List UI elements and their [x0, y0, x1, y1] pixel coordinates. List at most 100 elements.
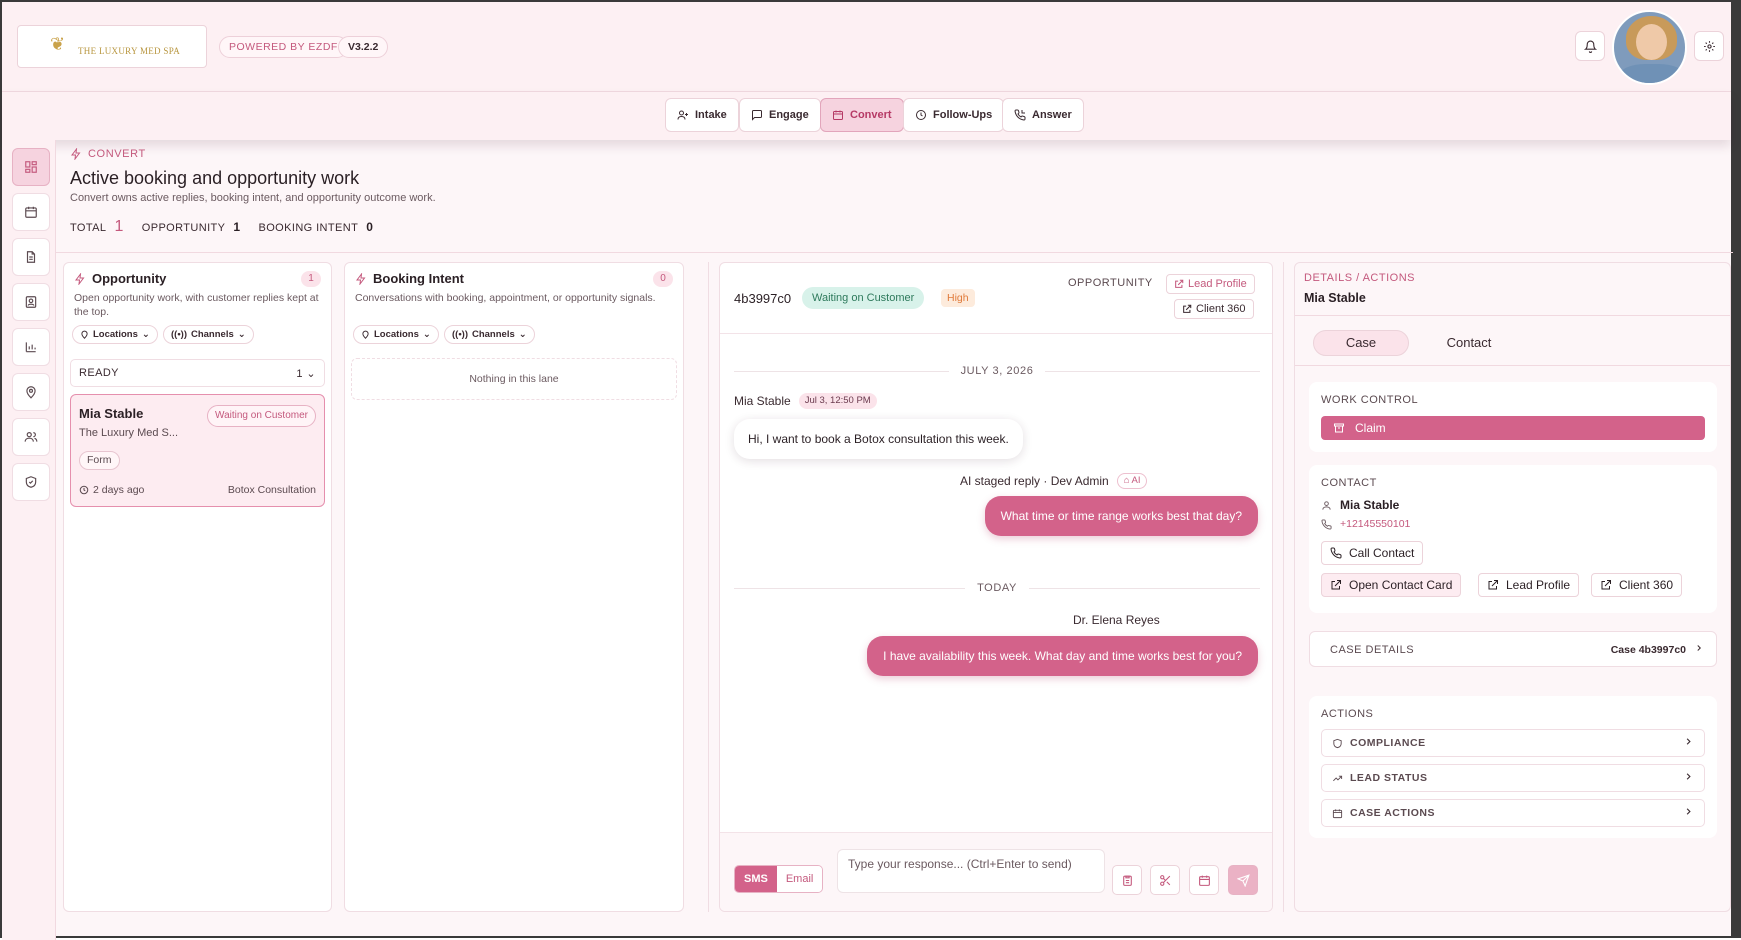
reply-input[interactable]: [837, 849, 1105, 893]
conversation-header: 4b3997c0 Waiting on Customer High OPPORT…: [720, 263, 1272, 334]
tab-convert-label: Convert: [850, 109, 892, 121]
lead-card[interactable]: Mia Stable The Luxury Med S... Waiting o…: [70, 394, 325, 507]
contact-name: Mia Stable: [1340, 498, 1400, 512]
channel-toggle: SMS Email: [734, 865, 824, 893]
open-contact-card-button[interactable]: Open Contact Card: [1321, 573, 1462, 597]
call-contact-button[interactable]: Call Contact: [1321, 541, 1424, 565]
channel-email[interactable]: Email: [776, 866, 823, 892]
channel-sms[interactable]: SMS: [735, 866, 777, 892]
group-ready-label: READY: [79, 367, 119, 379]
actions-panel: ACTIONS COMPLIANCE LEAD STATUS CASE ACTI…: [1309, 696, 1717, 838]
calendar-icon: [25, 206, 37, 218]
chevron-right-icon: [1686, 738, 1691, 745]
tab-contact[interactable]: Contact: [1421, 330, 1517, 356]
outbound-message: I have availability this week. What day …: [867, 636, 1258, 676]
app-window: ❦ THE LUXURY MED SPA POWERED BY EZDF V3.…: [0, 0, 1741, 940]
user-avatar[interactable]: [1612, 10, 1687, 85]
lane-intent-title-text: Booking Intent: [373, 271, 464, 286]
calendar-icon: [833, 110, 843, 120]
map-pin-icon: [81, 330, 88, 339]
section-label: CONVERT: [70, 148, 146, 160]
message-meta: Mia Stable Jul 3, 12:50 PM: [734, 393, 877, 409]
chevron-down-icon: ⌄: [306, 367, 316, 380]
chevron-right-icon: [1697, 645, 1701, 651]
lead-card-name: Mia Stable: [79, 406, 144, 421]
lotus-icon: ❦: [50, 34, 66, 54]
archive-icon: [1334, 423, 1344, 433]
lead-profile-button[interactable]: Lead Profile: [1478, 573, 1580, 597]
message-meta: Dr. Elena Reyes: [1073, 613, 1160, 627]
external-link-icon: [1601, 580, 1611, 590]
ai-reply-meta: AI staged reply · Dev Admin ⌂ AI: [960, 473, 1148, 489]
send-icon: [1236, 873, 1250, 887]
rail-reports[interactable]: [12, 328, 50, 366]
tab-case[interactable]: Case: [1313, 330, 1409, 356]
lead-card-status: Waiting on Customer: [207, 405, 316, 427]
section-label-text: CONVERT: [88, 148, 146, 160]
external-link-icon: [1331, 580, 1341, 590]
brand-logo[interactable]: ❦ THE LUXURY MED SPA: [17, 25, 207, 68]
shield-icon: [1333, 738, 1342, 748]
contact-title: CONTACT: [1321, 477, 1377, 489]
filter-locations[interactable]: Locations ⌄: [72, 325, 158, 344]
phone-incoming-icon: [1014, 109, 1026, 121]
ai-badge: ⌂ AI: [1116, 473, 1148, 489]
action-case-actions[interactable]: CASE ACTIONS: [1321, 799, 1705, 827]
message-sender: Mia Stable: [734, 394, 791, 408]
filter-channels[interactable]: ((•)) Channels ⌄: [444, 325, 535, 344]
snippets-button[interactable]: [1150, 865, 1180, 895]
tab-answer[interactable]: Answer: [1002, 98, 1084, 132]
clock-icon: [79, 485, 89, 495]
user-plus-icon: [677, 110, 688, 120]
radio-icon: ((•)): [452, 329, 468, 340]
rail-contacts[interactable]: [12, 283, 50, 321]
message-time: Jul 3, 12:50 PM: [798, 393, 877, 409]
action-compliance[interactable]: COMPLIANCE: [1321, 729, 1705, 757]
claim-button[interactable]: Claim: [1321, 416, 1705, 440]
client-360-button[interactable]: Client 360: [1591, 573, 1683, 597]
action-lead-status[interactable]: LEAD STATUS: [1321, 764, 1705, 792]
phone-icon: [1330, 547, 1342, 559]
tab-engage[interactable]: Engage: [739, 98, 821, 132]
rail-team[interactable]: [12, 418, 50, 456]
user-icon: [1322, 500, 1331, 510]
filter-locations[interactable]: Locations ⌄: [353, 325, 439, 344]
map-pin-icon: [362, 330, 369, 339]
filter-channels-label: Channels: [190, 329, 234, 340]
bell-icon: [1583, 40, 1597, 53]
notifications-button[interactable]: [1575, 31, 1605, 61]
tab-engage-label: Engage: [769, 109, 809, 121]
rail-compliance[interactable]: [12, 463, 50, 501]
tab-follow-ups[interactable]: Follow-Ups: [903, 98, 1005, 132]
settings-button[interactable]: [1694, 31, 1724, 61]
stat-opportunity-label: OPPORTUNITY: [141, 222, 226, 234]
client-360-link[interactable]: Client 360: [1174, 299, 1254, 319]
rail-calendar[interactable]: [12, 193, 50, 231]
tab-convert[interactable]: Convert: [820, 98, 904, 132]
outbound-message: What time or time range works best that …: [984, 496, 1258, 536]
tab-intake[interactable]: Intake: [665, 98, 739, 132]
rail-documents[interactable]: [12, 238, 50, 276]
contact-panel: CONTACT Mia Stable +12145550101 Call Con…: [1309, 465, 1717, 613]
lead-card-org: The Luxury Med S...: [79, 427, 179, 439]
filter-channels[interactable]: ((•)) Channels ⌄: [163, 325, 254, 344]
contact-phone[interactable]: +12145550101: [1340, 518, 1410, 530]
calendar-icon: [1332, 808, 1343, 818]
page-title: Active booking and opportunity work: [70, 168, 360, 188]
case-details-row[interactable]: CASE DETAILS Case 4b3997c0: [1309, 631, 1717, 667]
lead-profile-link[interactable]: Lead Profile: [1166, 274, 1255, 294]
trending-up-icon: [1333, 775, 1343, 781]
templates-button[interactable]: [1112, 865, 1142, 895]
schedule-button[interactable]: [1189, 865, 1219, 895]
send-button[interactable]: [1228, 865, 1258, 895]
header-divider: [56, 252, 1733, 253]
rail-dashboard[interactable]: [12, 148, 50, 186]
lead-card-time: 2 days ago: [79, 484, 144, 496]
shield-check-icon: [25, 476, 37, 488]
stat-opportunity-value: 1: [233, 220, 241, 234]
case-id: 4b3997c0: [734, 291, 792, 306]
module-nav: Intake Engage Convert Follow-Ups Answer: [2, 92, 1731, 140]
rail-locations[interactable]: [12, 373, 50, 411]
details-heading: DETAILS / ACTIONS: [1304, 272, 1415, 284]
group-ready-toggle[interactable]: READY 1 ⌄: [70, 359, 325, 387]
